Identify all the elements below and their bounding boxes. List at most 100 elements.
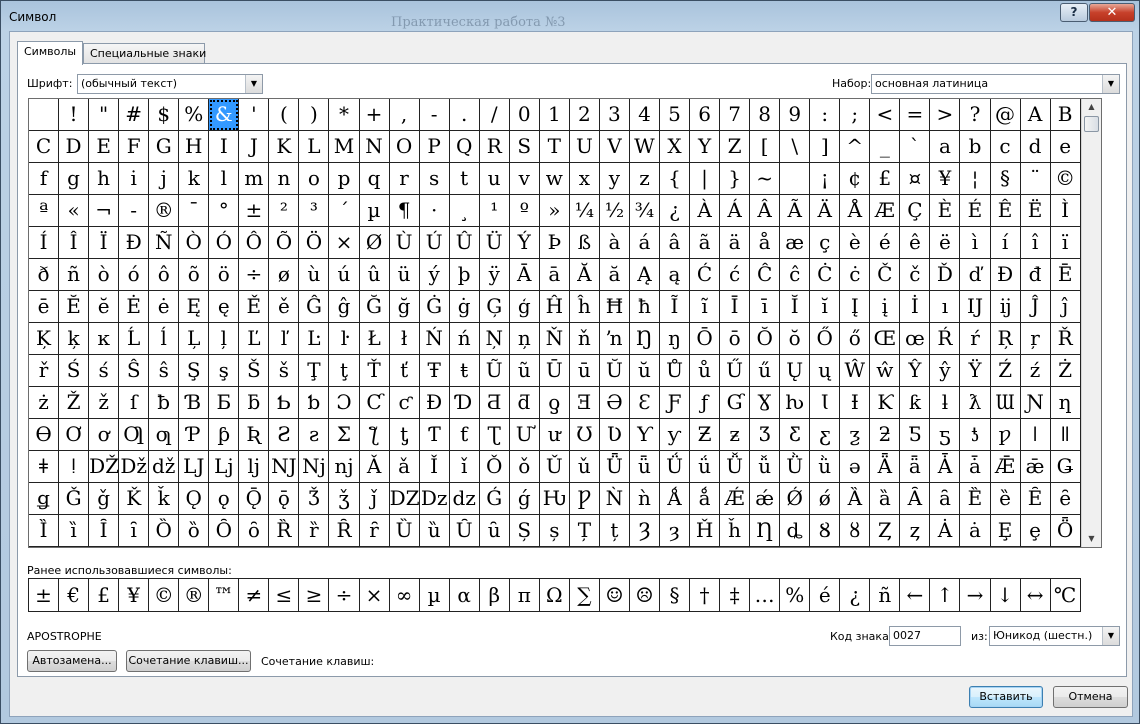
symbol-cell[interactable]: ǡ: [960, 451, 991, 483]
symbol-cell[interactable]: ±: [239, 195, 270, 227]
symbol-cell[interactable]: ǚ: [750, 451, 781, 483]
symbol-cell[interactable]: J: [239, 131, 270, 163]
symbol-cell[interactable]: 9: [780, 99, 811, 131]
symbol-cell[interactable]: ē: [29, 291, 60, 323]
symbol-cell[interactable]: É: [960, 195, 991, 227]
subset-select[interactable]: основная латиница ▼: [871, 74, 1120, 94]
symbol-cell[interactable]: Ƥ: [179, 419, 210, 451]
symbol-cell[interactable]: é: [870, 227, 901, 259]
symbol-cell[interactable]: X: [659, 131, 691, 163]
symbol-cell[interactable]: Ƅ: [269, 387, 300, 419]
symbol-cell[interactable]: ȟ: [720, 515, 751, 547]
symbol-cell[interactable]: ư: [539, 419, 570, 451]
symbol-cell[interactable]: n: [269, 163, 300, 195]
symbol-cell[interactable]: ȩ: [1020, 515, 1051, 547]
symbol-cell[interactable]: Ŝ: [119, 355, 150, 387]
symbol-cell[interactable]: ã: [690, 227, 721, 259]
symbol-cell[interactable]: Œ: [870, 323, 901, 355]
symbol-cell[interactable]: Ķ: [29, 323, 60, 355]
symbol-cell[interactable]: ď: [960, 259, 991, 291]
symbol-cell[interactable]: *: [329, 99, 360, 131]
symbol-cell[interactable]: ȅ: [990, 483, 1021, 515]
symbol-cell[interactable]: D: [59, 131, 90, 163]
symbol-cell[interactable]: ȋ: [119, 515, 150, 547]
symbol-cell[interactable]: Ƨ: [269, 419, 300, 451]
symbol-cell[interactable]: Ģ: [479, 291, 510, 323]
symbol-cell[interactable]: ä: [720, 227, 751, 259]
symbol-cell[interactable]: Ǌ: [269, 451, 300, 483]
symbol-cell[interactable]: 4: [629, 99, 660, 131]
symbol-cell[interactable]: W: [629, 131, 660, 163]
symbol-cell[interactable]: ǉ: [239, 451, 270, 483]
symbol-cell[interactable]: -: [119, 195, 150, 227]
scroll-down-icon[interactable]: ▼: [1083, 531, 1100, 547]
symbol-cell[interactable]: Í: [29, 227, 60, 259]
chevron-down-icon[interactable]: ▼: [245, 75, 262, 93]
symbol-cell[interactable]: l: [209, 163, 240, 195]
symbol-cell[interactable]: Â: [750, 195, 781, 227]
symbol-cell[interactable]: Ũ: [479, 355, 510, 387]
symbol-cell[interactable]: ş: [209, 355, 240, 387]
recent-symbol-cell[interactable]: ☹: [629, 579, 660, 612]
symbol-cell[interactable]: Ǒ: [479, 451, 510, 483]
recent-symbol-cell[interactable]: ≠: [239, 579, 270, 612]
symbol-cell[interactable]: Ǯ: [299, 483, 330, 515]
symbol-cell[interactable]: ?: [960, 99, 991, 131]
symbol-cell[interactable]: ǅ: [119, 451, 150, 483]
symbol-cell[interactable]: ƻ: [870, 419, 901, 451]
symbol-cell[interactable]: ƪ: [359, 419, 390, 451]
symbol-cell[interactable]: Ŕ: [930, 323, 961, 355]
symbol-cell[interactable]: Ȟ: [690, 515, 721, 547]
symbol-cell[interactable]: ȏ: [239, 515, 270, 547]
symbol-cell[interactable]: ł: [389, 323, 420, 355]
symbol-cell[interactable]: #: [119, 99, 150, 131]
symbol-cell[interactable]: ú: [329, 259, 360, 291]
symbol-cell[interactable]: Á: [720, 195, 751, 227]
symbol-cell[interactable]: M: [329, 131, 360, 163]
symbol-cell[interactable]: Ō: [690, 323, 721, 355]
symbol-cell[interactable]: Õ: [269, 227, 300, 259]
symbol-cell[interactable]: Ƹ: [780, 419, 811, 451]
symbol-cell[interactable]: Ŭ: [599, 355, 630, 387]
symbol-cell[interactable]: Ĳ: [960, 291, 991, 323]
symbol-cell[interactable]: ƞ: [1050, 387, 1081, 419]
recent-symbol-cell[interactable]: £: [89, 579, 120, 612]
symbol-cell[interactable]: Ĥ: [539, 291, 570, 323]
symbol-cell[interactable]: ¡: [810, 163, 841, 195]
symbol-cell[interactable]: ǥ: [29, 483, 60, 515]
symbol-cell[interactable]: Ȩ: [990, 515, 1021, 547]
symbol-cell[interactable]: ŏ: [780, 323, 811, 355]
symbol-cell[interactable]: Ŷ: [900, 355, 931, 387]
symbol-cell[interactable]: Ȁ: [840, 483, 871, 515]
symbol-cell[interactable]: O: [389, 131, 420, 163]
symbol-cell[interactable]: ǵ: [509, 483, 540, 515]
symbol-cell[interactable]: @: [990, 99, 1021, 131]
symbol-cell[interactable]: ņ: [509, 323, 540, 355]
symbol-cell[interactable]: Đ: [990, 259, 1021, 291]
symbol-cell[interactable]: Ņ: [479, 323, 510, 355]
symbol-cell[interactable]: ß: [569, 227, 600, 259]
symbol-cell[interactable]: /: [479, 99, 510, 131]
symbol-cell[interactable]: Ȋ: [89, 515, 120, 547]
symbol-cell[interactable]: ĵ: [1050, 291, 1081, 323]
symbol-cell[interactable]: ǟ: [900, 451, 931, 483]
recent-symbol-cell[interactable]: ↑: [930, 579, 961, 612]
recent-symbol-cell[interactable]: €: [59, 579, 90, 612]
symbol-cell[interactable]: ,: [389, 99, 420, 131]
symbol-cell[interactable]: Ä: [810, 195, 841, 227]
symbol-cell[interactable]: ȣ: [840, 515, 871, 547]
symbol-cell[interactable]: Ɛ: [629, 387, 660, 419]
symbol-cell[interactable]: B: [1050, 99, 1081, 131]
symbol-cell[interactable]: ǔ: [569, 451, 600, 483]
symbol-cell[interactable]: Ʃ: [329, 419, 360, 451]
recent-symbol-cell[interactable]: µ: [419, 579, 450, 612]
symbol-cell[interactable]: ţ: [329, 355, 360, 387]
symbol-cell[interactable]: Ī: [720, 291, 751, 323]
symbol-cell[interactable]: ĕ: [89, 291, 120, 323]
symbol-cell[interactable]: Ǉ: [179, 451, 210, 483]
symbol-cell[interactable]: ű: [750, 355, 781, 387]
symbol-cell[interactable]: q: [359, 163, 390, 195]
symbol-cell[interactable]: ȁ: [870, 483, 901, 515]
recent-symbol-cell[interactable]: β: [479, 579, 510, 612]
symbol-cell[interactable]: Ȉ: [29, 515, 60, 547]
